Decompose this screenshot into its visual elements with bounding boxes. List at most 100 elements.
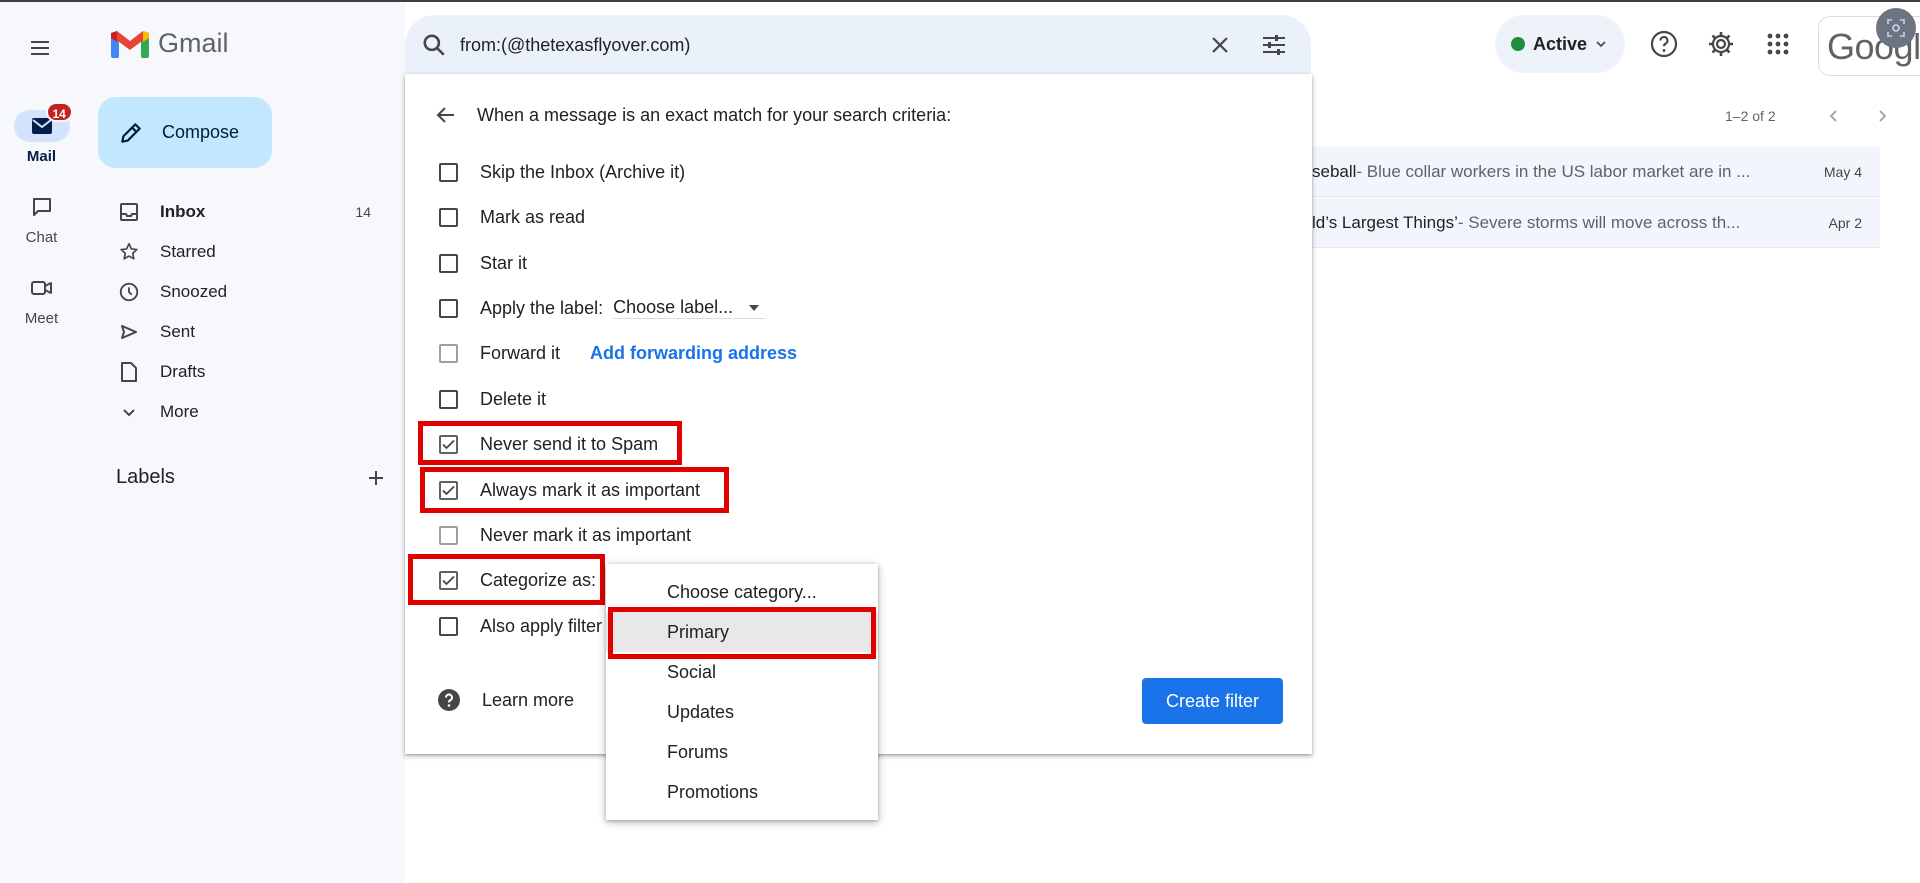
option-forward-it[interactable]: Forward it Add forwarding address (439, 339, 797, 367)
category-dropdown-menu: Choose category... Primary Social Update… (606, 564, 878, 820)
clear-search-icon[interactable] (1208, 33, 1232, 57)
sidebar-item-inbox[interactable]: Inbox 14 (83, 192, 405, 232)
label-chooser-select[interactable]: Choose label... (613, 297, 766, 319)
category-option-choose[interactable]: Choose category... (606, 572, 878, 612)
option-label: Delete it (480, 388, 547, 409)
option-apply-label[interactable]: Apply the label: Choose label... (439, 294, 766, 322)
labels-heading: Labels (116, 466, 175, 488)
arrow-back-icon[interactable] (435, 104, 457, 126)
gear-icon[interactable] (1706, 29, 1736, 59)
rail-item-meet[interactable]: Meet (0, 272, 83, 327)
pencil-icon (121, 122, 141, 143)
checkbox[interactable] (439, 343, 458, 363)
sidebar: Gmail Compose Inbox 14 Starred Snoozed S… (83, 2, 405, 883)
highlight-always-important (420, 467, 729, 513)
category-option-forums[interactable]: Forums (606, 732, 878, 772)
inbox-icon (120, 203, 138, 221)
sidebar-item-label: Drafts (160, 362, 206, 381)
add-forwarding-address-link[interactable]: Add forwarding address (590, 343, 797, 364)
learn-more-label: Learn more (482, 689, 575, 710)
highlight-primary-option (608, 607, 876, 659)
chevron-right-icon[interactable] (1874, 108, 1890, 124)
option-label: Star it (480, 252, 528, 273)
option-label: Forward it (480, 342, 561, 363)
checkbox[interactable] (439, 298, 458, 318)
option-label: Never mark it as important (480, 524, 692, 545)
option-label: Mark as read (480, 206, 586, 227)
chevron-left-icon[interactable] (1826, 108, 1842, 124)
row-snippet: - Blue collar workers in the US labor ma… (1356, 161, 1751, 181)
sidebar-item-starred[interactable]: Starred (83, 232, 405, 272)
row-snippet: - Severe storms will move across th... (1457, 212, 1741, 232)
filter-panel-header: When a message is an exact match for you… (435, 104, 951, 126)
option-delete-it[interactable]: Delete it (439, 385, 546, 413)
option-star-it[interactable]: Star it (439, 249, 527, 277)
capture-icon (1887, 19, 1905, 37)
checkbox[interactable] (439, 525, 458, 545)
menu-icon (31, 41, 49, 55)
table-row[interactable]: ld’s Largest Things’ - Severe storms wil… (1312, 198, 1880, 248)
option-label: Apply the label: (480, 297, 604, 318)
rail-item-chat[interactable]: Chat (0, 191, 83, 246)
sidebar-item-sent[interactable]: Sent (83, 312, 405, 352)
star-icon (120, 242, 138, 260)
checkbox[interactable] (439, 389, 458, 409)
compose-label: Compose (162, 122, 240, 142)
option-also-apply-filter[interactable]: Also apply filter (439, 612, 602, 640)
checkbox[interactable] (439, 253, 458, 273)
gmail-logo[interactable]: Gmail (110, 28, 229, 59)
mail-unread-badge: 14 (45, 102, 73, 122)
rail-label-meet: Meet (24, 310, 59, 327)
search-input[interactable]: from:(@thetexasflyover.com) (460, 35, 690, 56)
category-option-updates[interactable]: Updates (606, 692, 878, 732)
sidebar-item-label: More (160, 402, 199, 421)
option-label: Skip the Inbox (Archive it) (480, 161, 686, 182)
status-label: Active (1533, 33, 1588, 54)
sidebar-item-label: Sent (160, 322, 195, 341)
gmail-logo-icon (111, 30, 149, 58)
draft-file-icon (121, 362, 137, 382)
category-option-promotions[interactable]: Promotions (606, 772, 878, 812)
sidebar-item-snoozed[interactable]: Snoozed (83, 272, 405, 312)
dropdown-triangle-icon (749, 304, 760, 311)
compose-button[interactable]: Compose (98, 97, 272, 168)
rail-label-mail: Mail (26, 148, 57, 165)
chat-icon (32, 198, 51, 216)
chevron-down-icon (1596, 41, 1606, 48)
plus-icon[interactable] (366, 468, 386, 488)
help-icon[interactable] (1649, 29, 1679, 59)
option-mark-as-read[interactable]: Mark as read (439, 203, 585, 231)
send-icon (121, 325, 137, 339)
sidebar-item-drafts[interactable]: Drafts (83, 352, 405, 392)
label-chooser-value: Choose label... (613, 297, 734, 317)
filter-heading: When a message is an exact match for you… (477, 104, 952, 125)
pagination-count: 1–2 of 2 (1725, 108, 1776, 124)
option-label: Also apply filter (480, 615, 603, 636)
create-filter-button[interactable]: Create filter (1142, 678, 1283, 724)
table-row[interactable]: seball - Blue collar workers in the US l… (1312, 147, 1880, 197)
search-icon[interactable] (421, 32, 447, 58)
rail-item-mail[interactable]: 14 Mail (0, 102, 83, 165)
option-skip-inbox[interactable]: Skip the Inbox (Archive it) (439, 158, 685, 186)
row-date: May 4 (1823, 163, 1862, 180)
checkbox[interactable] (439, 162, 458, 182)
screen-capture-icon[interactable] (1876, 8, 1916, 48)
rail-label-chat: Chat (25, 229, 58, 246)
option-never-important[interactable]: Never mark it as important (439, 521, 691, 549)
checkbox[interactable] (439, 616, 458, 636)
learn-more-link[interactable]: Learn more (437, 688, 574, 712)
sidebar-item-more[interactable]: More (83, 392, 405, 432)
apps-grid-icon[interactable] (1763, 29, 1793, 59)
chevron-down-icon (123, 409, 135, 417)
row-date: Apr 2 (1828, 214, 1862, 231)
search-options-icon[interactable] (1261, 33, 1287, 57)
main-menu-button[interactable] (20, 28, 60, 68)
app-rail: 14 Mail Chat Meet (0, 2, 83, 883)
clock-icon (119, 282, 139, 302)
status-selector[interactable]: Active (1495, 15, 1625, 73)
row-subject: ld’s Largest Things’ (1312, 212, 1458, 232)
help-filled-icon (438, 689, 460, 711)
sidebar-item-label: Snoozed (160, 282, 228, 301)
checkbox[interactable] (439, 207, 458, 227)
search-bar[interactable]: from:(@thetexasflyover.com) (405, 15, 1311, 75)
